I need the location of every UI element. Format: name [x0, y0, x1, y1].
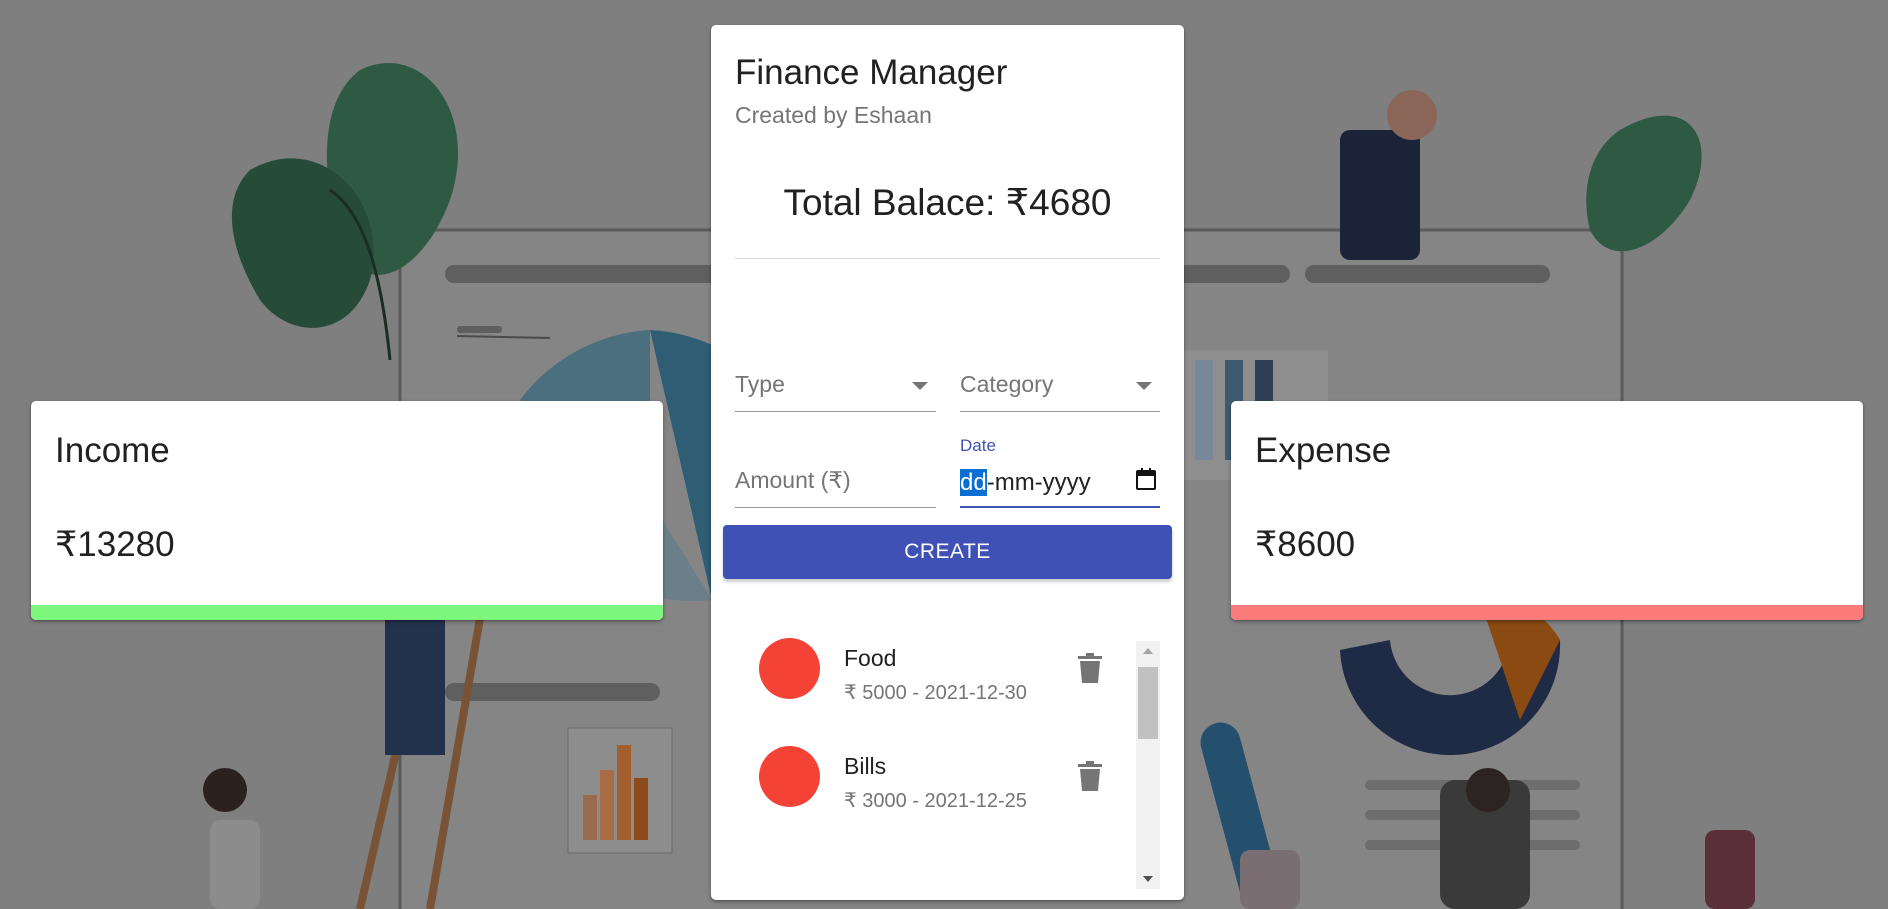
- delete-icon[interactable]: [1078, 653, 1102, 688]
- amount-underline: [735, 507, 936, 508]
- date-day-segment[interactable]: dd: [960, 469, 987, 496]
- date-value[interactable]: dd-mm-yyyy: [960, 469, 1091, 497]
- amount-placeholder: Amount (₹): [735, 467, 851, 493]
- category-select[interactable]: Category: [960, 352, 1160, 412]
- income-amount: ₹13280: [55, 525, 175, 564]
- date-input[interactable]: Date dd-mm-yyyy: [960, 434, 1160, 508]
- create-button[interactable]: CREATE: [723, 525, 1172, 579]
- date-underline: [960, 506, 1160, 508]
- delete-icon[interactable]: [1078, 761, 1102, 796]
- finance-manager-card: Finance Manager Created by Eshaan Total …: [711, 25, 1184, 900]
- transaction-avatar: [759, 638, 820, 699]
- expense-bar: [1231, 605, 1863, 620]
- total-balance: Total Balace: ₹4680: [783, 182, 1112, 223]
- scroll-down-icon[interactable]: [1143, 876, 1153, 882]
- expense-amount: ₹8600: [1255, 525, 1356, 564]
- app-subtitle: Created by Eshaan: [735, 102, 932, 128]
- category-underline: [960, 411, 1160, 412]
- scroll-up-icon[interactable]: [1143, 648, 1153, 654]
- expense-title: Expense: [1255, 431, 1392, 470]
- app-title: Finance Manager: [735, 53, 1008, 92]
- divider: [735, 258, 1160, 259]
- income-title: Income: [55, 431, 170, 470]
- type-placeholder: Type: [735, 371, 785, 397]
- transaction-category: Food: [844, 645, 897, 671]
- list-scrollbar[interactable]: [1136, 641, 1160, 889]
- income-bar: [31, 605, 663, 620]
- list-item: Food ₹ 5000 - 2021-12-30: [735, 615, 1135, 723]
- amount-input[interactable]: Amount (₹): [735, 448, 936, 508]
- type-underline: [735, 411, 936, 412]
- transaction-detail: ₹ 5000 - 2021-12-30: [844, 682, 1027, 704]
- transaction-category: Bills: [844, 753, 887, 779]
- expense-card: Expense ₹8600: [1231, 401, 1863, 620]
- calendar-icon[interactable]: [1136, 468, 1156, 495]
- transaction-list[interactable]: Food ₹ 5000 - 2021-12-30 Bills ₹ 3000 - …: [735, 615, 1160, 889]
- dropdown-arrow-icon: [1136, 382, 1152, 390]
- transaction-avatar: [759, 746, 820, 807]
- scrollbar-thumb[interactable]: [1138, 667, 1158, 739]
- category-placeholder: Category: [960, 371, 1054, 397]
- transaction-detail: ₹ 3000 - 2021-12-25: [844, 790, 1027, 812]
- list-item: Bills ₹ 3000 - 2021-12-25: [735, 723, 1135, 831]
- income-card: Income ₹13280: [31, 401, 663, 620]
- date-label: Date: [960, 436, 996, 455]
- date-rest-segment[interactable]: -mm-yyyy: [987, 469, 1091, 496]
- type-select[interactable]: Type: [735, 352, 936, 412]
- dropdown-arrow-icon: [912, 382, 928, 390]
